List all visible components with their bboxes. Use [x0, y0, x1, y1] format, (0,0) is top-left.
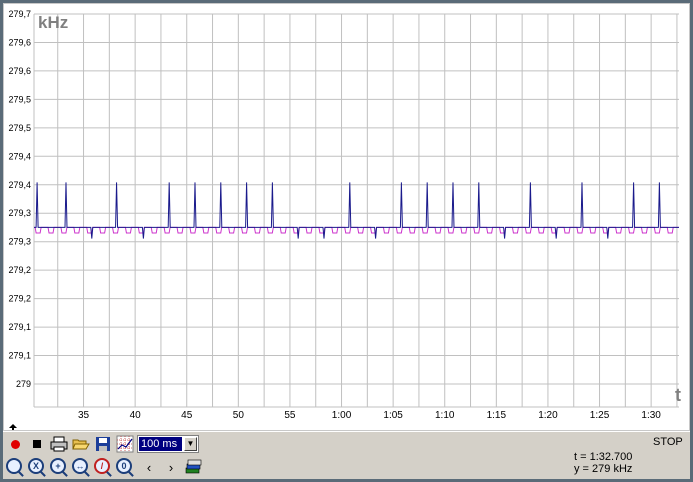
x-tick-label: 1:30	[641, 410, 661, 421]
y-tick-label: 279,6	[8, 37, 31, 47]
status-state: STOP	[653, 436, 683, 448]
zoom-horizontal-handle	[84, 471, 90, 477]
x-tick-label: 40	[130, 410, 142, 421]
save-button[interactable]	[93, 434, 113, 454]
zoom-horizontal-button[interactable]: ↔	[71, 457, 91, 477]
sample-rate-select[interactable]: 100 ms ▼	[137, 435, 199, 453]
x-tick-label: 1:15	[487, 410, 507, 421]
sample-rate-value: 100 ms	[139, 437, 182, 451]
zoom-zero-handle	[128, 471, 134, 477]
y-tick-label: 279,4	[8, 180, 31, 190]
y-tick-label: 279,3	[8, 237, 31, 247]
zoom-x-button[interactable]: X	[27, 457, 47, 477]
layers-button[interactable]	[183, 457, 203, 477]
y-tick-label: 279,4	[8, 151, 31, 161]
open-button[interactable]	[71, 434, 91, 454]
y-tick-label: 279,1	[8, 351, 31, 361]
save-disk-icon	[96, 437, 110, 451]
status-value: y = 279 kHz	[574, 463, 633, 475]
x-tick-label: 1:10	[435, 410, 455, 421]
x-tick-label: 45	[181, 410, 193, 421]
y-tick-labels: 279,7 279,6 279,6 279,5 279,5 279,4 279,4 279,3…	[8, 9, 31, 389]
y-tick-label: 279,1	[8, 322, 31, 332]
zoom-x-handle	[40, 471, 46, 477]
zoom-in-button[interactable]: +	[49, 457, 69, 477]
layers-icon	[185, 459, 202, 474]
y-axis-label: kHz	[38, 13, 68, 32]
zoom-zero-button[interactable]: 0	[115, 457, 135, 477]
x-tick-labels: 35404550551:001:051:101:151:201:251:301:…	[78, 410, 661, 421]
x-tick-label: 55	[284, 410, 296, 421]
y-tick-label: 279,6	[8, 66, 31, 76]
print-icon	[50, 436, 68, 452]
grid-settings-icon	[116, 435, 134, 453]
x-tick-label: 1:25	[590, 410, 610, 421]
app-window: 279,7 279,6 279,6 279,5 279,5 279,4 279,4 279,3…	[0, 0, 693, 482]
toolbar: 100 ms ▼ X + ↔ / 0 ‹ › STOP t = 1:32.700…	[3, 431, 690, 479]
status-time: t = 1:32.700	[574, 451, 633, 463]
y-tick-label: 279	[16, 379, 31, 389]
record-icon	[10, 439, 20, 449]
zoom-reset-handle	[106, 471, 112, 477]
zoom-fit-button[interactable]	[5, 457, 25, 477]
zoom-fit-handle	[18, 471, 24, 477]
y-tick-label: 279,2	[8, 265, 31, 275]
y-tick-label: 279,3	[8, 208, 31, 218]
y-tick-label: 279,5	[8, 94, 31, 104]
zoom-in-handle	[62, 471, 68, 477]
x-axis-label: t	[675, 385, 681, 405]
chevron-down-icon[interactable]: ▼	[184, 437, 197, 451]
print-button[interactable]	[49, 434, 69, 454]
scroll-left-button[interactable]: ‹	[139, 457, 159, 477]
x-tick-label: 1:20	[538, 410, 558, 421]
series-layer	[34, 182, 679, 239]
zoom-reset-button[interactable]: /	[93, 457, 113, 477]
scroll-up-arrow-icon[interactable]	[9, 424, 17, 431]
chevron-right-icon: ›	[168, 459, 174, 475]
magenta-series-line	[34, 226, 679, 234]
x-tick-label: 1:00	[332, 410, 352, 421]
plot-area[interactable]: 279,7 279,6 279,6 279,5 279,5 279,4 279,4 279,3…	[3, 3, 690, 431]
grid-settings-button[interactable]	[115, 434, 135, 454]
x-tick-label: 1:05	[383, 410, 403, 421]
y-tick-label: 279,2	[8, 294, 31, 304]
x-tick-label: 50	[233, 410, 245, 421]
chevron-left-icon: ‹	[146, 459, 152, 475]
stop-button[interactable]	[27, 434, 47, 454]
chart-svg[interactable]: 279,7 279,6 279,6 279,5 279,5 279,4 279,4 279,3…	[4, 4, 689, 431]
open-folder-icon	[72, 439, 90, 450]
scroll-right-button[interactable]: ›	[161, 457, 181, 477]
x-tick-label: 35	[78, 410, 90, 421]
stop-icon	[33, 440, 41, 448]
y-tick-label: 279,7	[8, 9, 31, 19]
y-tick-label: 279,5	[8, 123, 31, 133]
record-button[interactable]	[5, 434, 25, 454]
